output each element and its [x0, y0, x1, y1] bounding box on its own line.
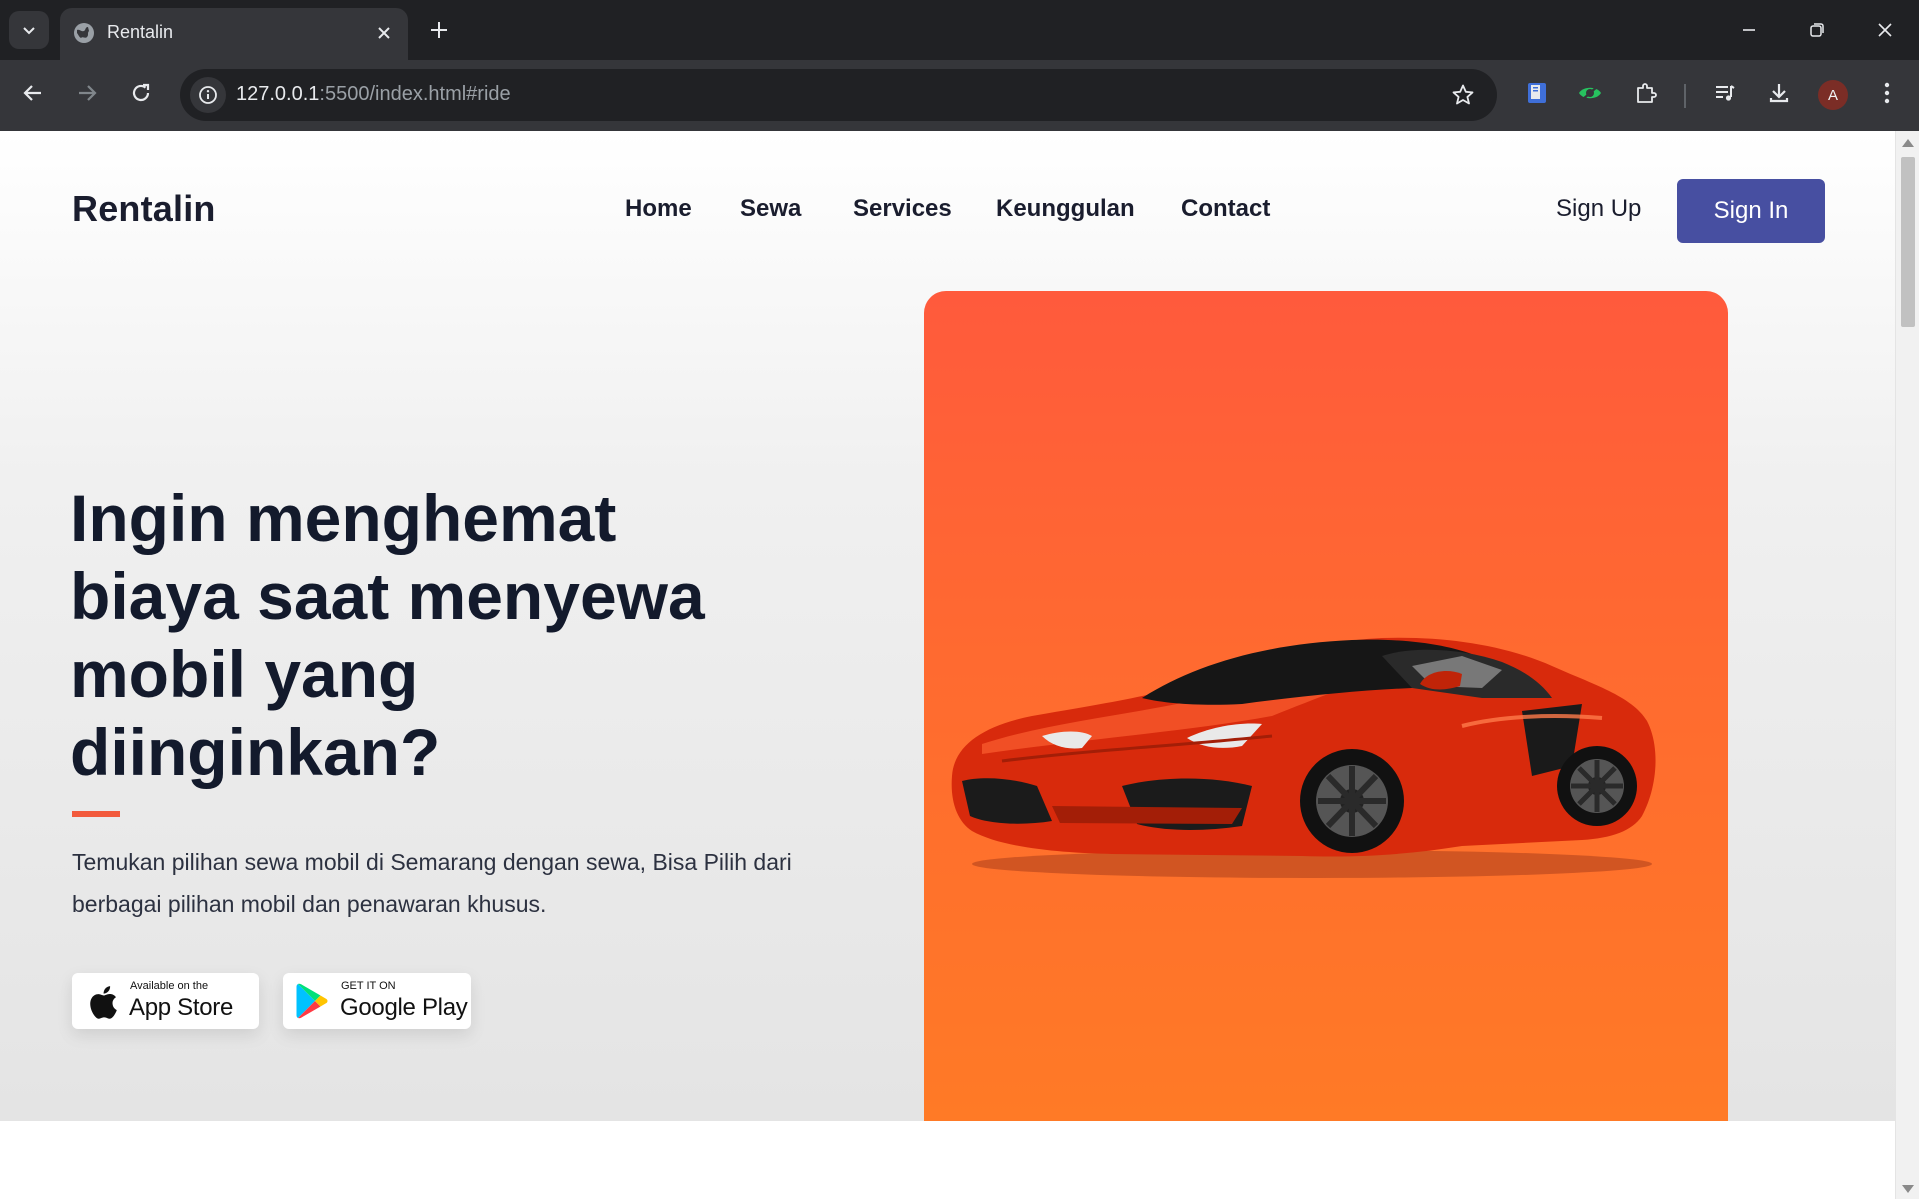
reload-icon [132, 83, 150, 102]
puzzle-icon [1637, 83, 1657, 103]
nav-link-services[interactable]: Services [853, 195, 952, 223]
extensions-button[interactable] [1627, 74, 1665, 112]
minimize-icon [1743, 29, 1755, 31]
url-host: 127.0.0.1 [236, 83, 320, 105]
close-icon [378, 27, 390, 39]
close-window-button[interactable] [1858, 8, 1912, 52]
arrow-left-icon [23, 85, 41, 101]
google-play-button[interactable]: GET IT ON Google Play [283, 973, 471, 1029]
accent-divider [72, 811, 120, 817]
plus-icon [431, 22, 447, 38]
hero-description: Temukan pilihan sewa mobil di Semarang d… [72, 849, 792, 917]
arrow-right-icon [79, 85, 97, 101]
globe-icon [74, 23, 94, 43]
sign-up-link[interactable]: Sign Up [1556, 195, 1641, 223]
eye-icon [1579, 84, 1601, 102]
next-section [0, 1121, 1895, 1199]
tab-title: Rentalin [107, 22, 174, 42]
sign-in-button[interactable]: Sign In [1677, 179, 1825, 243]
toolbar-separator [1684, 84, 1686, 108]
nav-link-home[interactable]: Home [625, 195, 692, 223]
more-vertical-icon [1884, 82, 1890, 104]
tab-close-button[interactable] [372, 21, 396, 45]
restore-button[interactable] [1790, 8, 1844, 52]
page-scrollbar[interactable] [1895, 131, 1919, 1199]
reload-button[interactable] [122, 74, 160, 112]
site-logo[interactable]: Rentalin [72, 188, 216, 230]
minimize-button[interactable] [1722, 8, 1776, 52]
page-viewport: Rentalin Home Sewa Services Keunggulan C… [0, 131, 1895, 1199]
url-text[interactable]: 127.0.0.1:5500/index.html#ride [236, 83, 511, 106]
scroll-down-arrow-icon[interactable] [1902, 1185, 1914, 1193]
site-info-button[interactable] [190, 77, 226, 113]
forward-button[interactable] [68, 74, 106, 112]
nav-link-contact[interactable]: Contact [1181, 195, 1270, 223]
star-icon [1452, 84, 1474, 105]
app-store-small-text: Available on the [130, 980, 209, 992]
sports-car-image [951, 637, 1656, 878]
downloads-button[interactable] [1760, 74, 1798, 112]
apple-icon [90, 986, 117, 1019]
browser-menu-button[interactable] [1868, 74, 1906, 112]
back-button[interactable] [14, 74, 52, 112]
extension-eye-button[interactable] [1571, 74, 1609, 112]
profile-avatar[interactable]: A [1818, 80, 1848, 110]
google-play-icon [296, 983, 328, 1019]
new-tab-button[interactable] [422, 13, 456, 47]
google-play-big-text: Google Play [340, 994, 468, 1021]
bookmark-button[interactable] [1449, 81, 1477, 109]
nav-link-keunggulan[interactable]: Keunggulan [996, 195, 1135, 223]
browser-tab[interactable]: Rentalin [60, 8, 408, 60]
address-bar[interactable]: 127.0.0.1:5500/index.html#ride [180, 69, 1497, 121]
info-icon [199, 86, 217, 104]
hero-image-card [924, 291, 1728, 1199]
playlist-icon [1716, 85, 1735, 101]
hero-headline: Ingin menghemat biaya saat menyewa mobil… [70, 481, 705, 789]
app-store-button[interactable]: Available on the App Store [72, 973, 259, 1029]
extension-book-button[interactable] [1518, 74, 1556, 112]
scrollbar-thumb[interactable] [1901, 157, 1915, 327]
chevron-down-icon [23, 27, 35, 35]
close-icon [1878, 23, 1892, 37]
tab-search-button[interactable] [9, 11, 49, 49]
url-path: :5500/index.html#ride [319, 83, 511, 105]
browser-tab-bar: Rentalin [0, 0, 1919, 60]
media-control-button[interactable] [1706, 74, 1744, 112]
app-store-big-text: App Store [129, 994, 234, 1021]
scroll-up-arrow-icon[interactable] [1902, 139, 1914, 147]
restore-icon [1810, 23, 1824, 37]
browser-toolbar: 127.0.0.1:5500/index.html#ride A [0, 60, 1919, 131]
download-icon [1769, 84, 1789, 103]
google-play-small-text: GET IT ON [341, 980, 396, 992]
book-icon [1528, 83, 1546, 103]
nav-link-sewa[interactable]: Sewa [740, 195, 801, 223]
